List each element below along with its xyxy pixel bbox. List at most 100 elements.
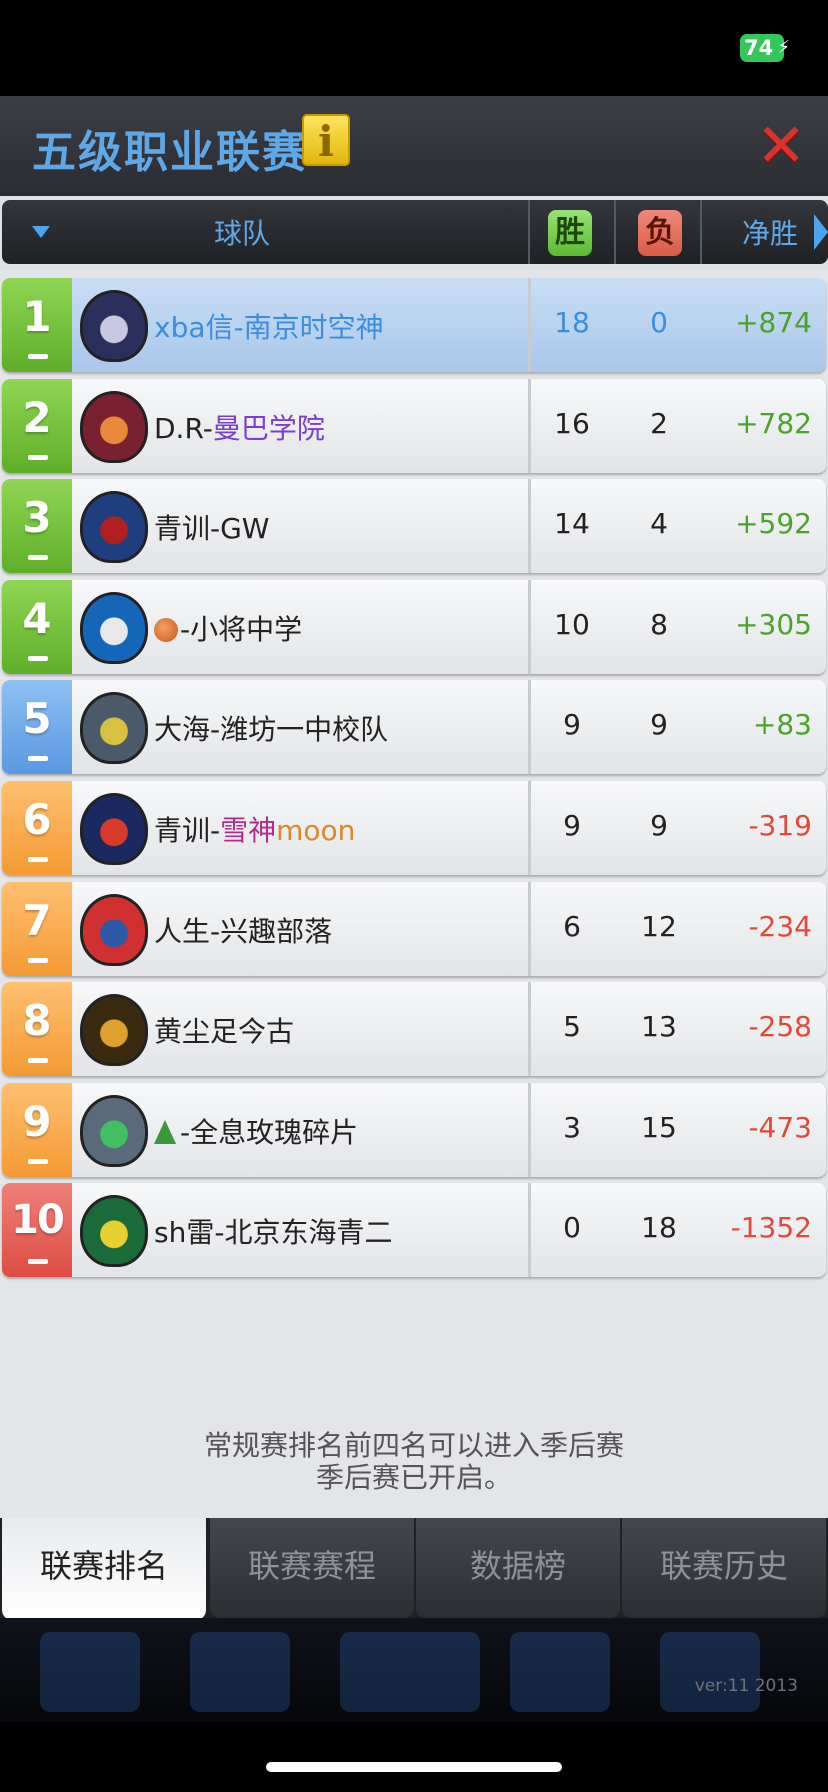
header: 五级职业联赛 i ✕ (0, 96, 828, 196)
team-logo (80, 1094, 148, 1167)
rank-change-icon (28, 655, 48, 661)
team-logo (80, 692, 148, 765)
table-row[interactable]: 3 青训-GW 14 4 +592 (2, 479, 826, 574)
win-count: 9 (563, 708, 581, 742)
column-win[interactable]: 胜 (548, 210, 592, 256)
rank-badge: 4 (2, 579, 72, 674)
net-score: +782 (735, 406, 812, 440)
net-score: +874 (735, 306, 812, 339)
team-logo (80, 893, 148, 966)
column-team[interactable]: 球队 (182, 212, 302, 252)
team-name: 青训-雪神moon (154, 809, 355, 849)
team-name-part: 雪神 (220, 814, 277, 847)
team-name-part: 人生-兴趣部落 (154, 914, 333, 948)
rank-badge: 3 (2, 479, 72, 574)
team-name-part: 青训-GW (154, 512, 270, 546)
rank-change-icon (28, 1058, 48, 1064)
sort-dropdown-icon[interactable] (32, 226, 50, 238)
team-logo (80, 1195, 148, 1268)
rank-change-icon (28, 756, 48, 762)
rank-badge: 2 (2, 378, 72, 473)
page-title: 五级职业联赛 (32, 127, 308, 178)
win-count: 10 (554, 607, 590, 641)
win-count: 9 (563, 809, 581, 842)
team-name-part: -小将中学 (180, 612, 303, 646)
tab-league-history[interactable]: 联赛历史 (622, 1518, 826, 1618)
table-row[interactable]: 5 大海-潍坊一中校队 9 9 +83 (2, 680, 826, 775)
close-icon[interactable]: ✕ (756, 116, 806, 176)
rank-number: 3 (22, 493, 52, 543)
team-logo (80, 491, 148, 564)
rank-number: 8 (22, 996, 52, 1046)
loss-count: 9 (650, 708, 668, 742)
scroll-right-icon[interactable] (814, 214, 828, 250)
rank-badge: 6 (2, 781, 72, 875)
row-divider (528, 479, 531, 574)
rank-change-icon (28, 957, 48, 963)
tab-league-ranking[interactable]: 联赛排名 (2, 1518, 206, 1620)
net-score: -319 (748, 809, 812, 842)
basketball-icon (154, 617, 178, 642)
row-divider (528, 881, 531, 976)
table-row[interactable]: 8 黄尘足今古 5 13 -258 (2, 982, 826, 1077)
table-row[interactable]: 6 青训-雪神moon 9 9 -319 (2, 781, 826, 875)
win-count: 0 (563, 1211, 581, 1245)
net-score: +83 (752, 708, 812, 742)
team-name: 人生-兴趣部落 (154, 910, 332, 950)
net-score: -473 (748, 1110, 812, 1144)
win-count: 14 (554, 507, 590, 541)
row-divider (528, 781, 531, 875)
loss-count: 2 (650, 406, 668, 440)
table-row[interactable]: 4 -小将中学 10 8 +305 (2, 579, 826, 674)
net-score: -234 (748, 909, 812, 943)
loss-count: 12 (641, 909, 677, 943)
table-row[interactable]: 2 D.R-曼巴学院 16 2 +782 (2, 378, 826, 473)
tab-league-schedule[interactable]: 联赛赛程 (210, 1518, 414, 1618)
table-row[interactable]: 10 sh雷-北京东海青二 0 18 -1352 (2, 1183, 826, 1278)
team-name-part: sh雷-北京东海青二 (154, 1216, 393, 1250)
loss-count: 9 (650, 809, 668, 842)
playoff-note: 常规赛排名前四名可以进入季后赛 季后赛已开启。 (0, 1430, 828, 1494)
background-menu-icon (190, 1632, 290, 1712)
loss-count: 18 (641, 1211, 677, 1245)
row-divider (528, 378, 531, 473)
row-divider (528, 680, 531, 775)
team-name-part: -全息玫瑰碎片 (180, 1115, 359, 1149)
team-name-part: 曼巴学院 (212, 411, 325, 445)
column-loss[interactable]: 负 (638, 210, 682, 256)
row-divider (528, 982, 531, 1077)
team-name-part: moon (276, 814, 356, 847)
table-row[interactable]: 9 -全息玫瑰碎片 3 15 -473 (2, 1082, 826, 1177)
loss-count: 4 (650, 507, 668, 541)
loss-count: 8 (650, 607, 668, 641)
home-indicator[interactable] (266, 1762, 562, 1772)
loss-count: 0 (650, 306, 668, 339)
tab-bar: 联赛排名 联赛赛程 数据榜 联赛历史 (0, 1518, 828, 1620)
team-name: -小将中学 (154, 608, 302, 648)
rank-badge: 5 (2, 680, 72, 775)
tab-stats[interactable]: 数据榜 (416, 1518, 620, 1618)
info-icon[interactable]: i (302, 114, 350, 166)
row-divider (528, 278, 531, 372)
team-name: 大海-潍坊一中校队 (154, 708, 388, 748)
table-row[interactable]: 1 xba信-南京时空神 18 0 +874 (2, 278, 826, 372)
team-name: sh雷-北京东海青二 (154, 1211, 392, 1251)
net-score: -258 (748, 1010, 812, 1044)
background-menu-icon (660, 1632, 760, 1712)
team-name-part: 黄尘足今古 (154, 1015, 295, 1049)
win-count: 3 (563, 1110, 581, 1144)
loss-count: 15 (641, 1110, 677, 1144)
team-name-part: xba信-南京时空神 (154, 311, 384, 344)
column-net[interactable]: 净胜 (742, 212, 798, 252)
tree-icon (154, 1119, 176, 1144)
team-name: 黄尘足今古 (154, 1010, 294, 1050)
note-line-2: 季后赛已开启。 (315, 1461, 512, 1494)
rank-number: 7 (22, 895, 52, 945)
table-row[interactable]: 7 人生-兴趣部落 6 12 -234 (2, 881, 826, 976)
net-score: +305 (735, 607, 812, 641)
background-menu: ver:11 2013 (0, 1618, 828, 1722)
team-name-part: 青训- (154, 814, 221, 847)
rank-number: 9 (22, 1096, 52, 1146)
status-bar: 74 ⚡ (0, 0, 828, 96)
column-divider (700, 200, 702, 264)
